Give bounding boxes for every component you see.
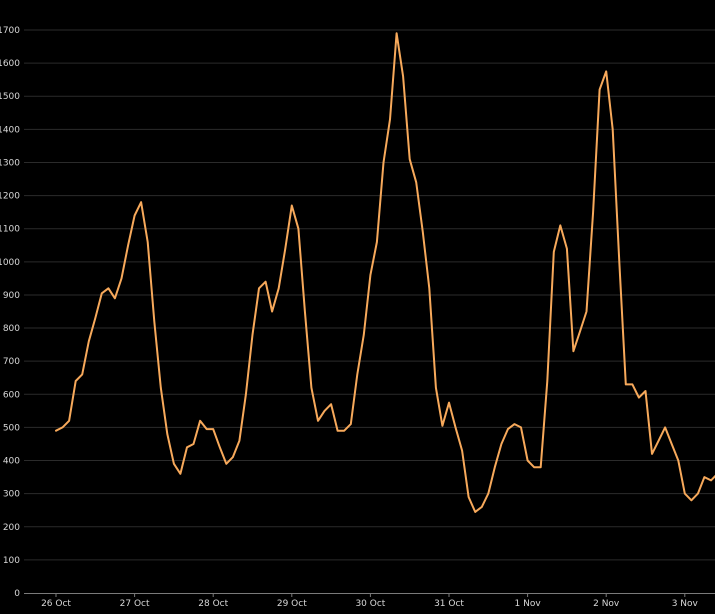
x-tick-label: 27 Oct [120, 599, 150, 609]
y-tick-label: 800 [3, 324, 20, 334]
y-tick-label: 1700 [0, 26, 20, 36]
y-tick-label: 500 [3, 423, 20, 433]
y-tick-label: 400 [3, 457, 20, 467]
y-axis: 0 100 200 300 400 500 600 700 800 900 1000 1100 1200… [0, 26, 20, 599]
y-tick-label: 1500 [0, 92, 20, 102]
x-tick-label: 29 Oct [277, 599, 307, 609]
y-tick-label: 200 [3, 523, 20, 533]
y-tick-label: 300 [3, 490, 20, 500]
x-tick-label: 30 Oct [355, 599, 385, 609]
y-tick-label: 1600 [0, 59, 20, 69]
x-tick-label: 2 Nov [593, 599, 620, 609]
y-tick-label: 600 [3, 390, 20, 400]
x-tick-label: 31 Oct [434, 599, 464, 609]
y-tick-label: 900 [3, 291, 20, 301]
y-tick-label: 1300 [0, 158, 20, 168]
line-chart: 0 100 200 300 400 500 600 700 800 900 1000 1100 1200… [0, 26, 715, 609]
y-tick-label: 100 [3, 556, 20, 566]
y-tick-label: 1200 [0, 192, 20, 202]
y-tick-label: 1000 [0, 258, 20, 268]
y-tick-label: 700 [3, 357, 20, 367]
x-tick-label: 28 Oct [198, 599, 228, 609]
series-line [55, 32, 715, 513]
x-tick-label: 3 Nov [672, 599, 699, 609]
y-tick-label: 1100 [0, 225, 20, 235]
x-axis: 26 Oct 27 Oct 28 Oct 29 Oct 30 Oct 31 Oct 1 No… [41, 593, 699, 609]
y-tick-label: 0 [14, 589, 20, 599]
x-tick-label: 1 Nov [515, 599, 542, 609]
y-tick-label: 1400 [0, 125, 20, 135]
x-tick-label: 26 Oct [41, 599, 71, 609]
